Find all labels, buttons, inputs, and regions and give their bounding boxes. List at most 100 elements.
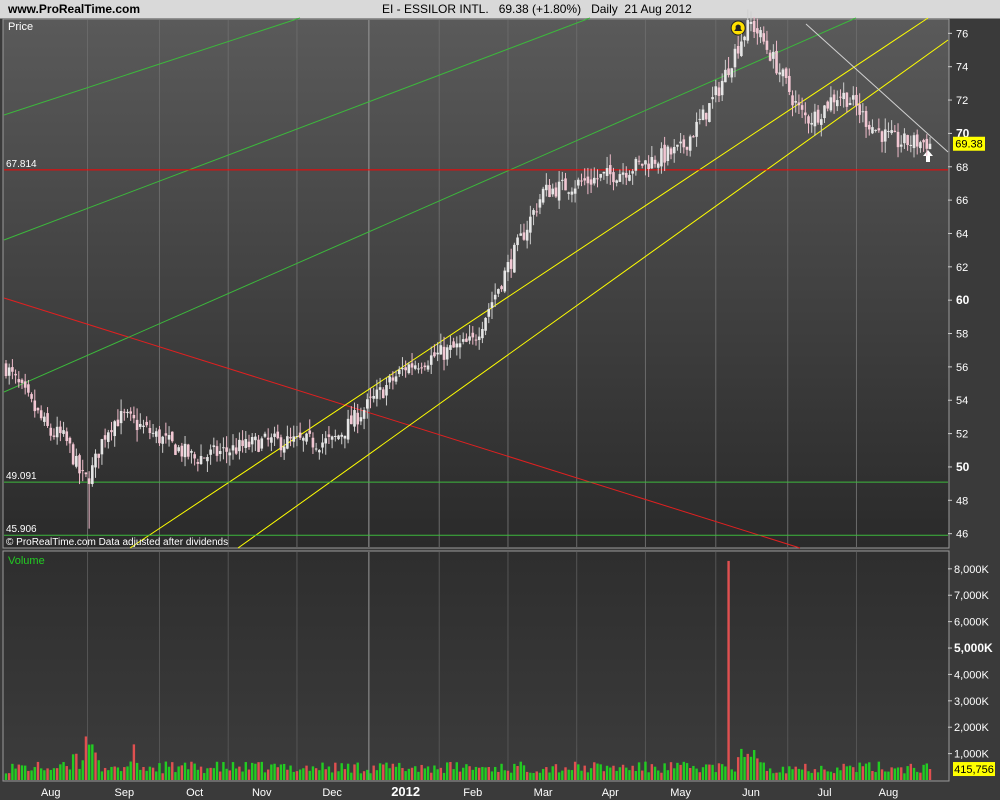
volume-bar	[519, 761, 522, 780]
volume-bar	[273, 763, 276, 780]
volume-bar	[318, 770, 321, 780]
candle-body	[46, 413, 49, 426]
candle-body	[132, 415, 136, 419]
candle-body	[727, 68, 730, 76]
candle-body	[234, 447, 238, 454]
price-tick-label: 46	[956, 529, 968, 541]
candle-body	[896, 131, 900, 148]
candle-body	[605, 168, 609, 176]
volume-bar	[254, 763, 257, 780]
volume-bar	[698, 772, 701, 780]
volume-bar	[740, 748, 743, 780]
volume-bar	[46, 768, 49, 780]
candle-body	[599, 173, 602, 178]
candle-body	[369, 396, 372, 398]
volume-bar	[430, 772, 433, 780]
candle-body	[845, 92, 849, 107]
volume-bar	[420, 764, 423, 780]
volume-bar	[132, 744, 136, 780]
volume-bar	[765, 770, 769, 780]
volume-bar	[151, 767, 155, 780]
candle-body	[190, 451, 193, 453]
candle-body	[698, 118, 702, 120]
candle-body	[867, 124, 871, 130]
candle-body	[567, 192, 571, 194]
candle-body	[151, 432, 155, 434]
candle-body	[305, 433, 308, 442]
candle-body	[87, 478, 91, 484]
volume-bar	[919, 772, 922, 780]
volume-bar	[586, 772, 590, 780]
volume-bar	[388, 768, 391, 780]
candle-body	[231, 445, 235, 451]
volume-bar	[564, 767, 567, 780]
candle-body	[461, 339, 465, 342]
candle-body	[407, 364, 411, 374]
candle-body	[592, 177, 596, 184]
price-tick-label: 74	[956, 62, 968, 74]
candle-body	[577, 179, 580, 186]
volume-bar	[861, 766, 865, 780]
volume-tick-label: 4,000K	[954, 669, 990, 681]
candle-body	[391, 377, 395, 381]
volume-bar	[209, 767, 212, 780]
candle-body	[864, 110, 868, 127]
volume-bar	[545, 767, 548, 780]
volume-bar	[183, 762, 187, 780]
volume-bar	[247, 769, 251, 780]
volume-bar	[752, 750, 756, 780]
candle-body	[644, 160, 647, 165]
volume-bar	[78, 768, 81, 780]
candle-body	[110, 430, 113, 433]
candle-body	[772, 51, 775, 59]
candle-body	[743, 36, 746, 41]
volume-bar	[628, 770, 631, 780]
volume-bar	[71, 754, 75, 780]
candle-body	[529, 216, 532, 233]
volume-bar	[794, 766, 797, 780]
volume-bar	[605, 765, 609, 780]
volume-bar	[314, 768, 318, 780]
volume-bar	[52, 768, 56, 780]
candle-body	[401, 368, 404, 370]
volume-bar	[916, 771, 919, 780]
candle-body	[513, 244, 516, 273]
candle-body	[170, 431, 174, 442]
volume-bar	[839, 770, 842, 780]
volume-bar	[289, 765, 292, 780]
volume-bar	[516, 766, 519, 780]
volume-bar	[877, 761, 881, 780]
candle-body	[800, 105, 804, 110]
candle-body	[385, 385, 388, 396]
candle-body	[650, 157, 654, 169]
volume-bar	[468, 766, 471, 780]
volume-bar	[129, 761, 132, 780]
candle-body	[915, 134, 919, 147]
volume-bar	[842, 763, 845, 780]
volume-bar	[788, 766, 791, 780]
date-axis-label: Sep	[115, 787, 135, 799]
candle-body	[279, 437, 283, 451]
volume-tick-label: 7,000K	[954, 590, 990, 602]
candle-body	[298, 432, 302, 438]
candle-body	[570, 191, 574, 195]
volume-bar	[302, 768, 305, 780]
volume-bar	[477, 767, 481, 780]
candle-body	[471, 332, 475, 338]
volume-bar	[123, 767, 126, 780]
volume-bar	[356, 762, 359, 780]
volume-bar	[695, 768, 698, 780]
candle-body	[746, 20, 750, 41]
candle-body	[608, 165, 612, 175]
volume-bar	[625, 767, 628, 780]
volume-tick-label: 6,000K	[954, 617, 990, 629]
candle-body	[14, 373, 17, 376]
volume-bar	[401, 768, 404, 780]
volume-bar	[487, 767, 490, 780]
volume-bar	[439, 767, 443, 780]
candle-body	[455, 343, 459, 348]
candle-body	[740, 41, 743, 56]
volume-bar	[864, 763, 868, 780]
candle-body	[669, 148, 673, 155]
volume-bar	[701, 767, 705, 780]
